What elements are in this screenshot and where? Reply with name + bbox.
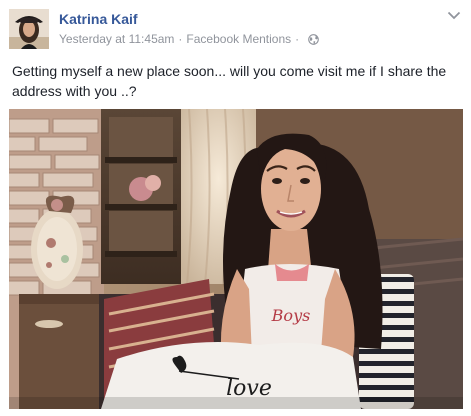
- facebook-post: Katrina Kaif Yesterday at 11:45am · Face…: [0, 0, 471, 416]
- post-text: Getting myself a new place soon... will …: [12, 63, 447, 99]
- post-timestamp-link[interactable]: Yesterday at 11:45am: [59, 32, 174, 46]
- globe-icon[interactable]: [308, 33, 319, 45]
- post-source-link[interactable]: Facebook Mentions: [186, 32, 291, 46]
- shirt-print-text: Boys: [271, 306, 311, 325]
- post-meta: Yesterday at 11:45am · Facebook Mentions…: [59, 32, 319, 46]
- author-avatar[interactable]: [9, 9, 49, 49]
- meta-separator: ·: [295, 32, 300, 46]
- post-photo[interactable]: Boys love: [9, 109, 463, 409]
- author-name-link[interactable]: Katrina Kaif: [59, 11, 138, 27]
- chevron-down-icon[interactable]: [447, 11, 461, 20]
- meta-separator: ·: [178, 32, 183, 46]
